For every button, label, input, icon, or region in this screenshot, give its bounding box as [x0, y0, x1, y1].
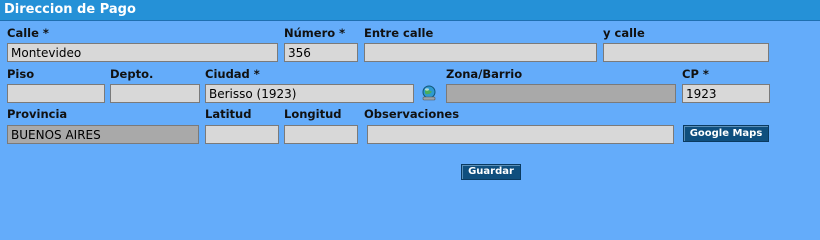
entre-calle-label: Entre calle	[364, 26, 434, 40]
section-title-bar: Direccion de Pago	[0, 0, 820, 21]
latitud-input[interactable]	[205, 125, 279, 144]
latitud-label: Latitud	[205, 107, 252, 121]
zona-barrio-input[interactable]	[446, 84, 676, 103]
longitud-label: Longitud	[284, 107, 342, 121]
observaciones-label: Observaciones	[364, 107, 460, 121]
longitud-input[interactable]	[284, 125, 358, 144]
numero-label: Número *	[284, 26, 346, 40]
provincia-label: Provincia	[7, 107, 68, 121]
depto-label: Depto.	[110, 67, 154, 81]
y-calle-label: y calle	[603, 26, 645, 40]
guardar-button[interactable]: Guardar	[461, 164, 521, 180]
ciudad-label: Ciudad *	[205, 67, 260, 81]
zona-barrio-label: Zona/Barrio	[446, 67, 523, 81]
cp-input[interactable]	[682, 84, 770, 103]
observaciones-input[interactable]	[367, 125, 674, 144]
calle-input[interactable]	[7, 43, 278, 62]
depto-input[interactable]	[110, 84, 200, 103]
numero-input[interactable]	[284, 43, 358, 62]
piso-input[interactable]	[7, 84, 105, 103]
section-title: Direccion de Pago	[4, 2, 136, 17]
calle-label: Calle *	[7, 26, 49, 40]
piso-label: Piso	[7, 67, 35, 81]
entre-calle-input[interactable]	[364, 43, 597, 62]
google-maps-button[interactable]: Google Maps	[683, 125, 769, 142]
provincia-input[interactable]	[7, 125, 199, 144]
ciudad-input[interactable]	[205, 84, 414, 103]
globe-search-icon[interactable]	[420, 84, 438, 102]
y-calle-input[interactable]	[603, 43, 769, 62]
cp-label: CP *	[682, 67, 709, 81]
